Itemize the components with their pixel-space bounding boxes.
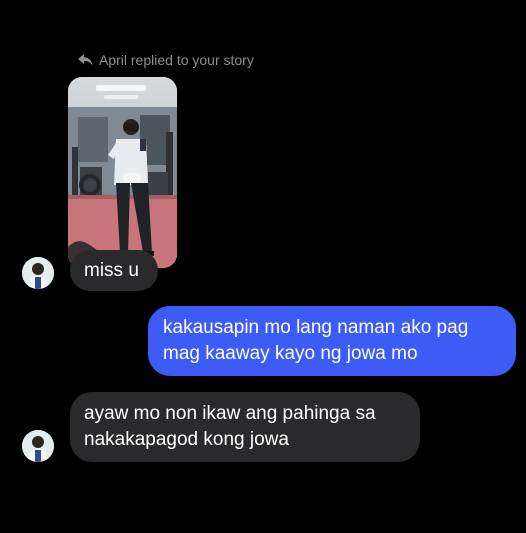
message-text-line-1: kakausapin mo lang naman ako pag	[163, 317, 469, 338]
story-reply-notice: April replied to your story	[78, 52, 254, 68]
message-text: miss u	[84, 260, 139, 281]
sender-avatar[interactable]	[22, 257, 54, 289]
message-text-line-2: mag kaaway kayo ng jowa mo	[163, 343, 418, 364]
message-text-line-1: ayaw mo non ikaw ang pahinga sa	[84, 403, 376, 424]
story-image	[68, 77, 177, 268]
reply-arrow-icon	[78, 54, 93, 66]
sender-avatar[interactable]	[22, 430, 54, 462]
profile-avatar-icon	[22, 257, 54, 289]
profile-avatar-icon	[22, 430, 54, 462]
story-thumbnail[interactable]	[68, 77, 177, 268]
message-text-line-2: nakakapagod kong jowa	[84, 429, 289, 450]
incoming-message-bubble[interactable]: ayaw mo non ikaw ang pahinga sa nakakapa…	[70, 392, 420, 462]
outgoing-message-bubble[interactable]: kakausapin mo lang naman ako pag mag kaa…	[148, 306, 516, 376]
reply-notice-text: April replied to your story	[99, 52, 254, 68]
incoming-message-bubble[interactable]: miss u	[70, 250, 158, 291]
